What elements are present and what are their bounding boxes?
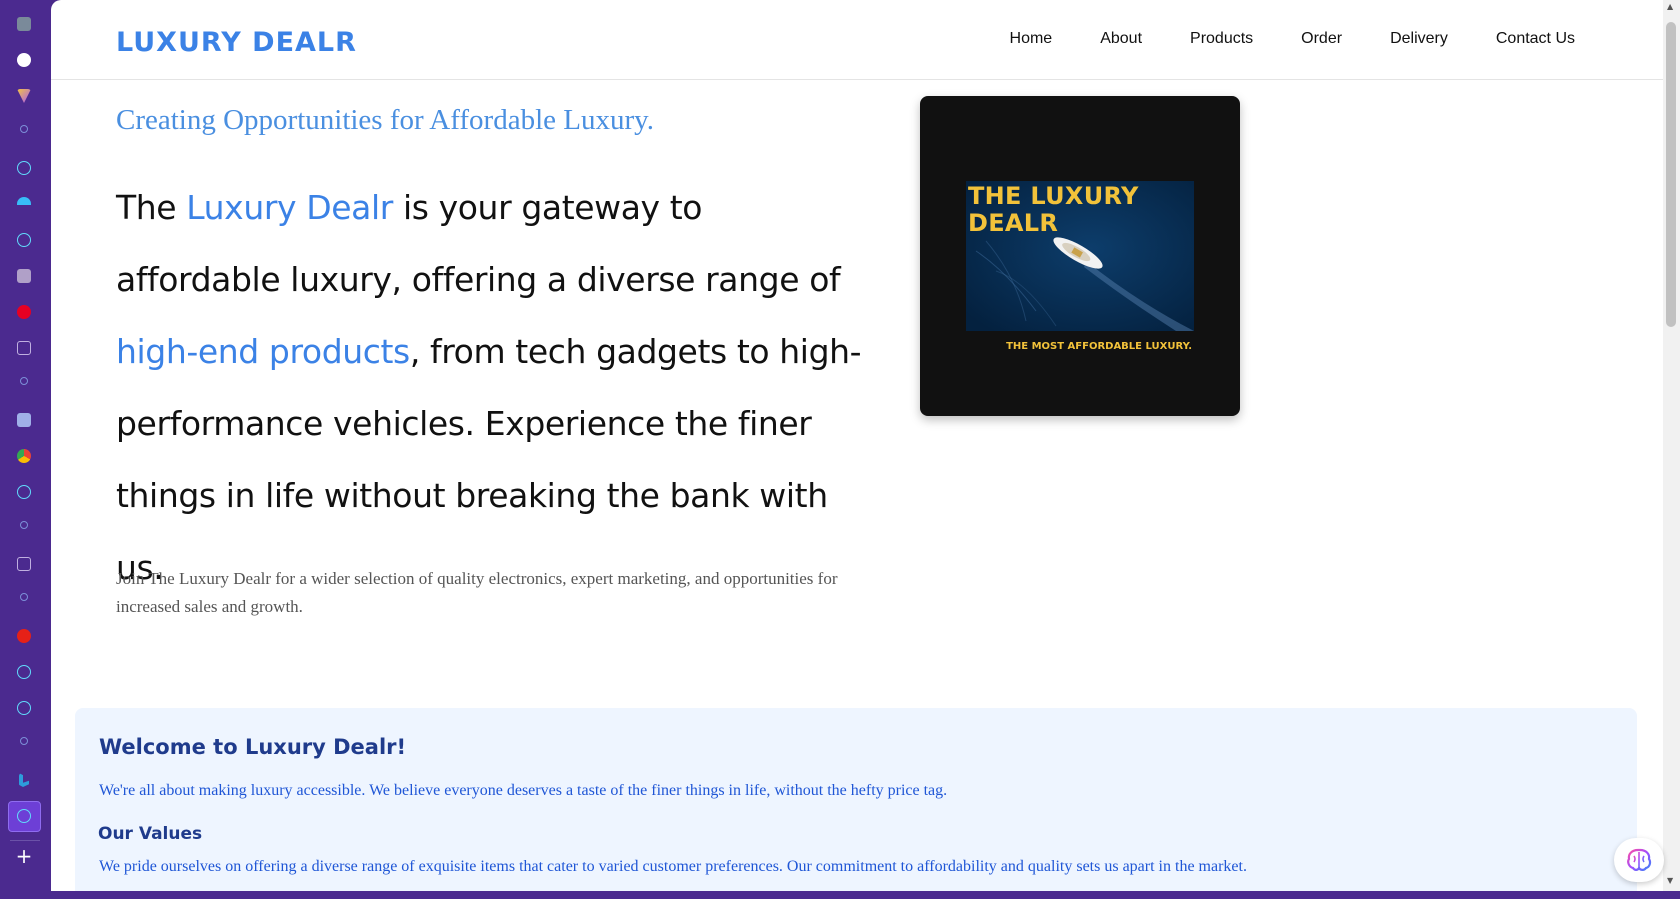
- hero-heading: The Luxury Dealr is your gateway to affo…: [116, 172, 876, 604]
- hero-image-card: THE LUXURY DEALR THE MOST AFFORDABLE LUXU…: [920, 96, 1240, 416]
- hero-tagline: Creating Opportunities for Affordable Lu…: [116, 104, 654, 136]
- vite-icon[interactable]: [17, 89, 31, 103]
- yacht-image: THE LUXURY DEALR: [966, 181, 1194, 331]
- react-icon[interactable]: [17, 161, 31, 175]
- welcome-panel: Welcome to Luxury Dealr! We're all about…: [75, 708, 1637, 891]
- scroll-down-icon[interactable]: ▼: [1667, 876, 1673, 885]
- react-icon[interactable]: [17, 809, 31, 823]
- window-bottom-bar: [0, 891, 1680, 899]
- react-icon[interactable]: [17, 485, 31, 499]
- scrollbar-thumb[interactable]: [1666, 22, 1676, 327]
- youtube-icon[interactable]: [17, 629, 31, 643]
- search-icon[interactable]: [20, 737, 28, 745]
- search-icon[interactable]: [20, 593, 28, 601]
- card-logo-text: THE LUXURY DEALR: [968, 183, 1139, 237]
- card-caption: THE MOST AFFORDABLE LUXURY.: [1006, 341, 1192, 352]
- pinterest-icon[interactable]: [17, 305, 31, 319]
- scroll-up-icon[interactable]: ▲: [1667, 2, 1673, 11]
- site-header: LUXURY DEALR Home About Products Order D…: [51, 0, 1663, 80]
- nav-contact-us[interactable]: Contact Us: [1496, 30, 1575, 48]
- nav-products[interactable]: Products: [1190, 30, 1253, 48]
- rail-divider: [10, 840, 40, 841]
- values-text: We pride ourselves on offering a diverse…: [99, 858, 1247, 875]
- nav-about[interactable]: About: [1100, 30, 1142, 48]
- tailwind-icon[interactable]: [17, 197, 31, 205]
- search-icon[interactable]: [20, 377, 28, 385]
- vertical-scrollbar[interactable]: ▲ ▼: [1663, 0, 1680, 891]
- add-icon[interactable]: +: [14, 846, 34, 866]
- brain-icon: [1627, 848, 1652, 871]
- bing-icon[interactable]: [19, 773, 29, 787]
- react-icon[interactable]: [17, 233, 31, 247]
- values-heading: Our Values: [98, 824, 203, 844]
- main-nav: Home About Products Order Delivery Conta…: [962, 30, 1575, 48]
- calendar-icon[interactable]: [17, 341, 31, 355]
- calendar-icon[interactable]: [17, 557, 31, 571]
- chrome-icon[interactable]: [17, 449, 31, 463]
- nav-home[interactable]: Home: [1010, 30, 1053, 48]
- bookmark-icon[interactable]: [17, 269, 31, 283]
- nav-delivery[interactable]: Delivery: [1390, 30, 1448, 48]
- layout-icon[interactable]: [17, 413, 31, 427]
- nav-order[interactable]: Order: [1301, 30, 1342, 48]
- search-icon[interactable]: [20, 521, 28, 529]
- react-icon[interactable]: [17, 665, 31, 679]
- hero-highlight-brand: Luxury Dealr: [186, 188, 393, 227]
- hero-text: The: [116, 188, 187, 227]
- search-icon[interactable]: [20, 125, 28, 133]
- assistant-button[interactable]: [1614, 838, 1664, 882]
- hero-highlight-products: high-end products: [116, 332, 410, 371]
- github-icon[interactable]: [17, 53, 31, 67]
- hero-subtext: Join The Luxury Dealr for a wider select…: [116, 569, 838, 616]
- card-title-line: DEALR: [968, 209, 1059, 237]
- react-icon[interactable]: [17, 701, 31, 715]
- welcome-heading: Welcome to Luxury Dealr!: [99, 735, 407, 759]
- apps-icon[interactable]: [17, 17, 31, 31]
- site-logo[interactable]: LUXURY DEALR: [116, 27, 357, 58]
- welcome-intro: We're all about making luxury accessible…: [99, 782, 948, 799]
- app-sidebar: +: [0, 0, 51, 899]
- card-title-line: THE LUXURY: [968, 182, 1139, 210]
- browser-page: LUXURY DEALR Home About Products Order D…: [51, 0, 1680, 891]
